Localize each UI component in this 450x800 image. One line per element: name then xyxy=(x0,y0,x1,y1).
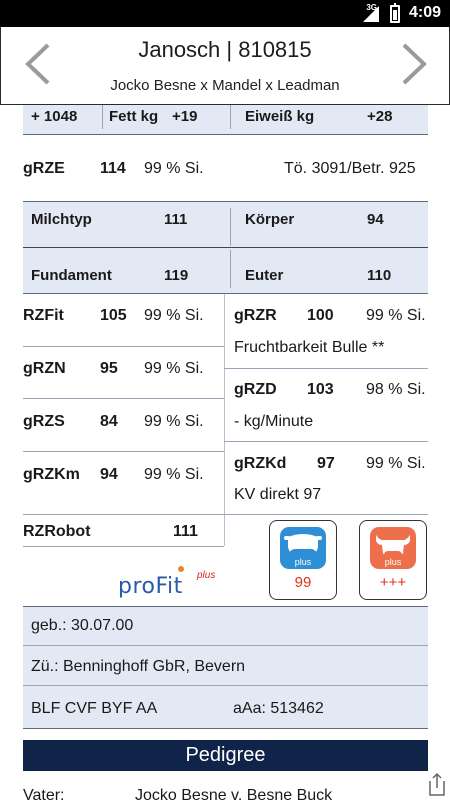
grzr-value: 100 xyxy=(307,307,334,324)
rzrobot-value: 111 xyxy=(173,523,198,540)
milk-kg-value: + 1048 xyxy=(31,108,78,125)
koerper-value: 94 xyxy=(367,211,384,228)
grzkd-reliability: 99 % Si. xyxy=(366,455,426,472)
animal-header: Janosch | 810815 Jocko Besne x Mandel x … xyxy=(0,27,450,105)
fundament-value: 119 xyxy=(164,267,189,284)
cow-plus-app-button[interactable]: plus 99 xyxy=(269,520,337,600)
logo-dot xyxy=(178,566,184,572)
battery-icon xyxy=(390,3,400,23)
grzd-value: 103 xyxy=(307,381,334,398)
profit-logo-suffix: plus xyxy=(197,570,216,581)
cow-app-label: plus xyxy=(294,557,312,567)
bull-plus-app-icon: plus xyxy=(370,527,416,569)
share-icon[interactable] xyxy=(426,771,448,797)
grzs-label: gRZS xyxy=(23,413,65,430)
grzd-reliability: 98 % Si. xyxy=(366,381,426,398)
milchtyp-label: Milchtyp xyxy=(31,211,92,228)
breeder: Zü.: Benninghoff GbR, Bevern xyxy=(31,658,246,675)
grzr-note: Fruchtbarkeit Bulle ** xyxy=(234,339,385,356)
birth-date: geb.: 30.07.00 xyxy=(31,617,134,634)
grzkd-note: KV direkt 97 xyxy=(234,486,322,503)
milchtyp-value: 111 xyxy=(164,211,188,228)
grzs-value: 84 xyxy=(100,413,118,430)
grzkd-label: gRZKd xyxy=(234,455,287,472)
grze-label: gRZE xyxy=(23,160,65,177)
grzs-reliability: 99 % Si. xyxy=(144,413,204,430)
father-label: Vater: xyxy=(23,787,65,800)
aaa-code: aAa: 513462 xyxy=(233,700,324,717)
grzr-label: gRZR xyxy=(234,307,277,324)
euter-value: 110 xyxy=(367,267,392,284)
cow-app-value: 99 xyxy=(294,574,312,591)
cow-plus-app-icon: plus xyxy=(280,527,326,569)
profit-plus-logo: proFit plus xyxy=(118,564,228,600)
grzkm-reliability: 99 % Si. xyxy=(144,466,204,483)
protein-value: +28 xyxy=(367,108,393,125)
bull-app-value: +++ xyxy=(379,574,407,591)
grze-daughters-info: Tö. 3091/Betr. 925 xyxy=(284,160,416,177)
euter-label: Euter xyxy=(245,267,284,284)
grzn-label: gRZN xyxy=(23,360,66,377)
grzkm-value: 94 xyxy=(100,466,118,483)
protein-label: Eiweiß kg xyxy=(245,108,315,125)
fat-label: Fett kg xyxy=(109,108,159,125)
grzn-reliability: 99 % Si. xyxy=(144,360,204,377)
grzd-note: - kg/Minute xyxy=(234,413,314,430)
grzr-reliability: 99 % Si. xyxy=(366,307,426,324)
status-bar: 3G 4:09 xyxy=(0,0,450,27)
father-value: Jocko Besne v. Besne Buck xyxy=(135,787,333,800)
profit-logo-word: proFit xyxy=(118,574,183,599)
clock: 4:09 xyxy=(408,4,441,21)
grzkm-label: gRZKm xyxy=(23,466,80,483)
bull-app-label: plus xyxy=(384,557,402,567)
rzfit-value: 105 xyxy=(100,307,127,324)
animal-pedigree-line: Jocko Besne x Mandel x Leadman xyxy=(110,77,340,94)
bull-plus-app-button[interactable]: plus +++ xyxy=(359,520,427,600)
rzrobot-label: RZRobot xyxy=(23,523,91,540)
fundament-label: Fundament xyxy=(31,267,112,284)
grze-reliability: 99 % Si. xyxy=(144,160,204,177)
grzd-label: gRZD xyxy=(234,381,277,398)
genetic-codes: BLF CVF BYF AA xyxy=(31,700,158,717)
signal-icon xyxy=(363,6,379,22)
fat-value: +19 xyxy=(172,108,198,125)
grze-value: 114 xyxy=(100,160,126,177)
koerper-label: Körper xyxy=(245,211,295,228)
grzn-value: 95 xyxy=(100,360,118,377)
rzfit-reliability: 99 % Si. xyxy=(144,307,204,324)
grzkd-value: 97 xyxy=(317,455,335,472)
screen: 3G 4:09 Janosch | 810815 Jocko Besne x M… xyxy=(0,0,450,800)
chevron-right-icon[interactable] xyxy=(394,41,434,87)
pedigree-header: Pedigree xyxy=(23,740,428,771)
rzfit-label: RZFit xyxy=(23,307,64,324)
animal-title: Janosch | 810815 xyxy=(138,37,312,62)
